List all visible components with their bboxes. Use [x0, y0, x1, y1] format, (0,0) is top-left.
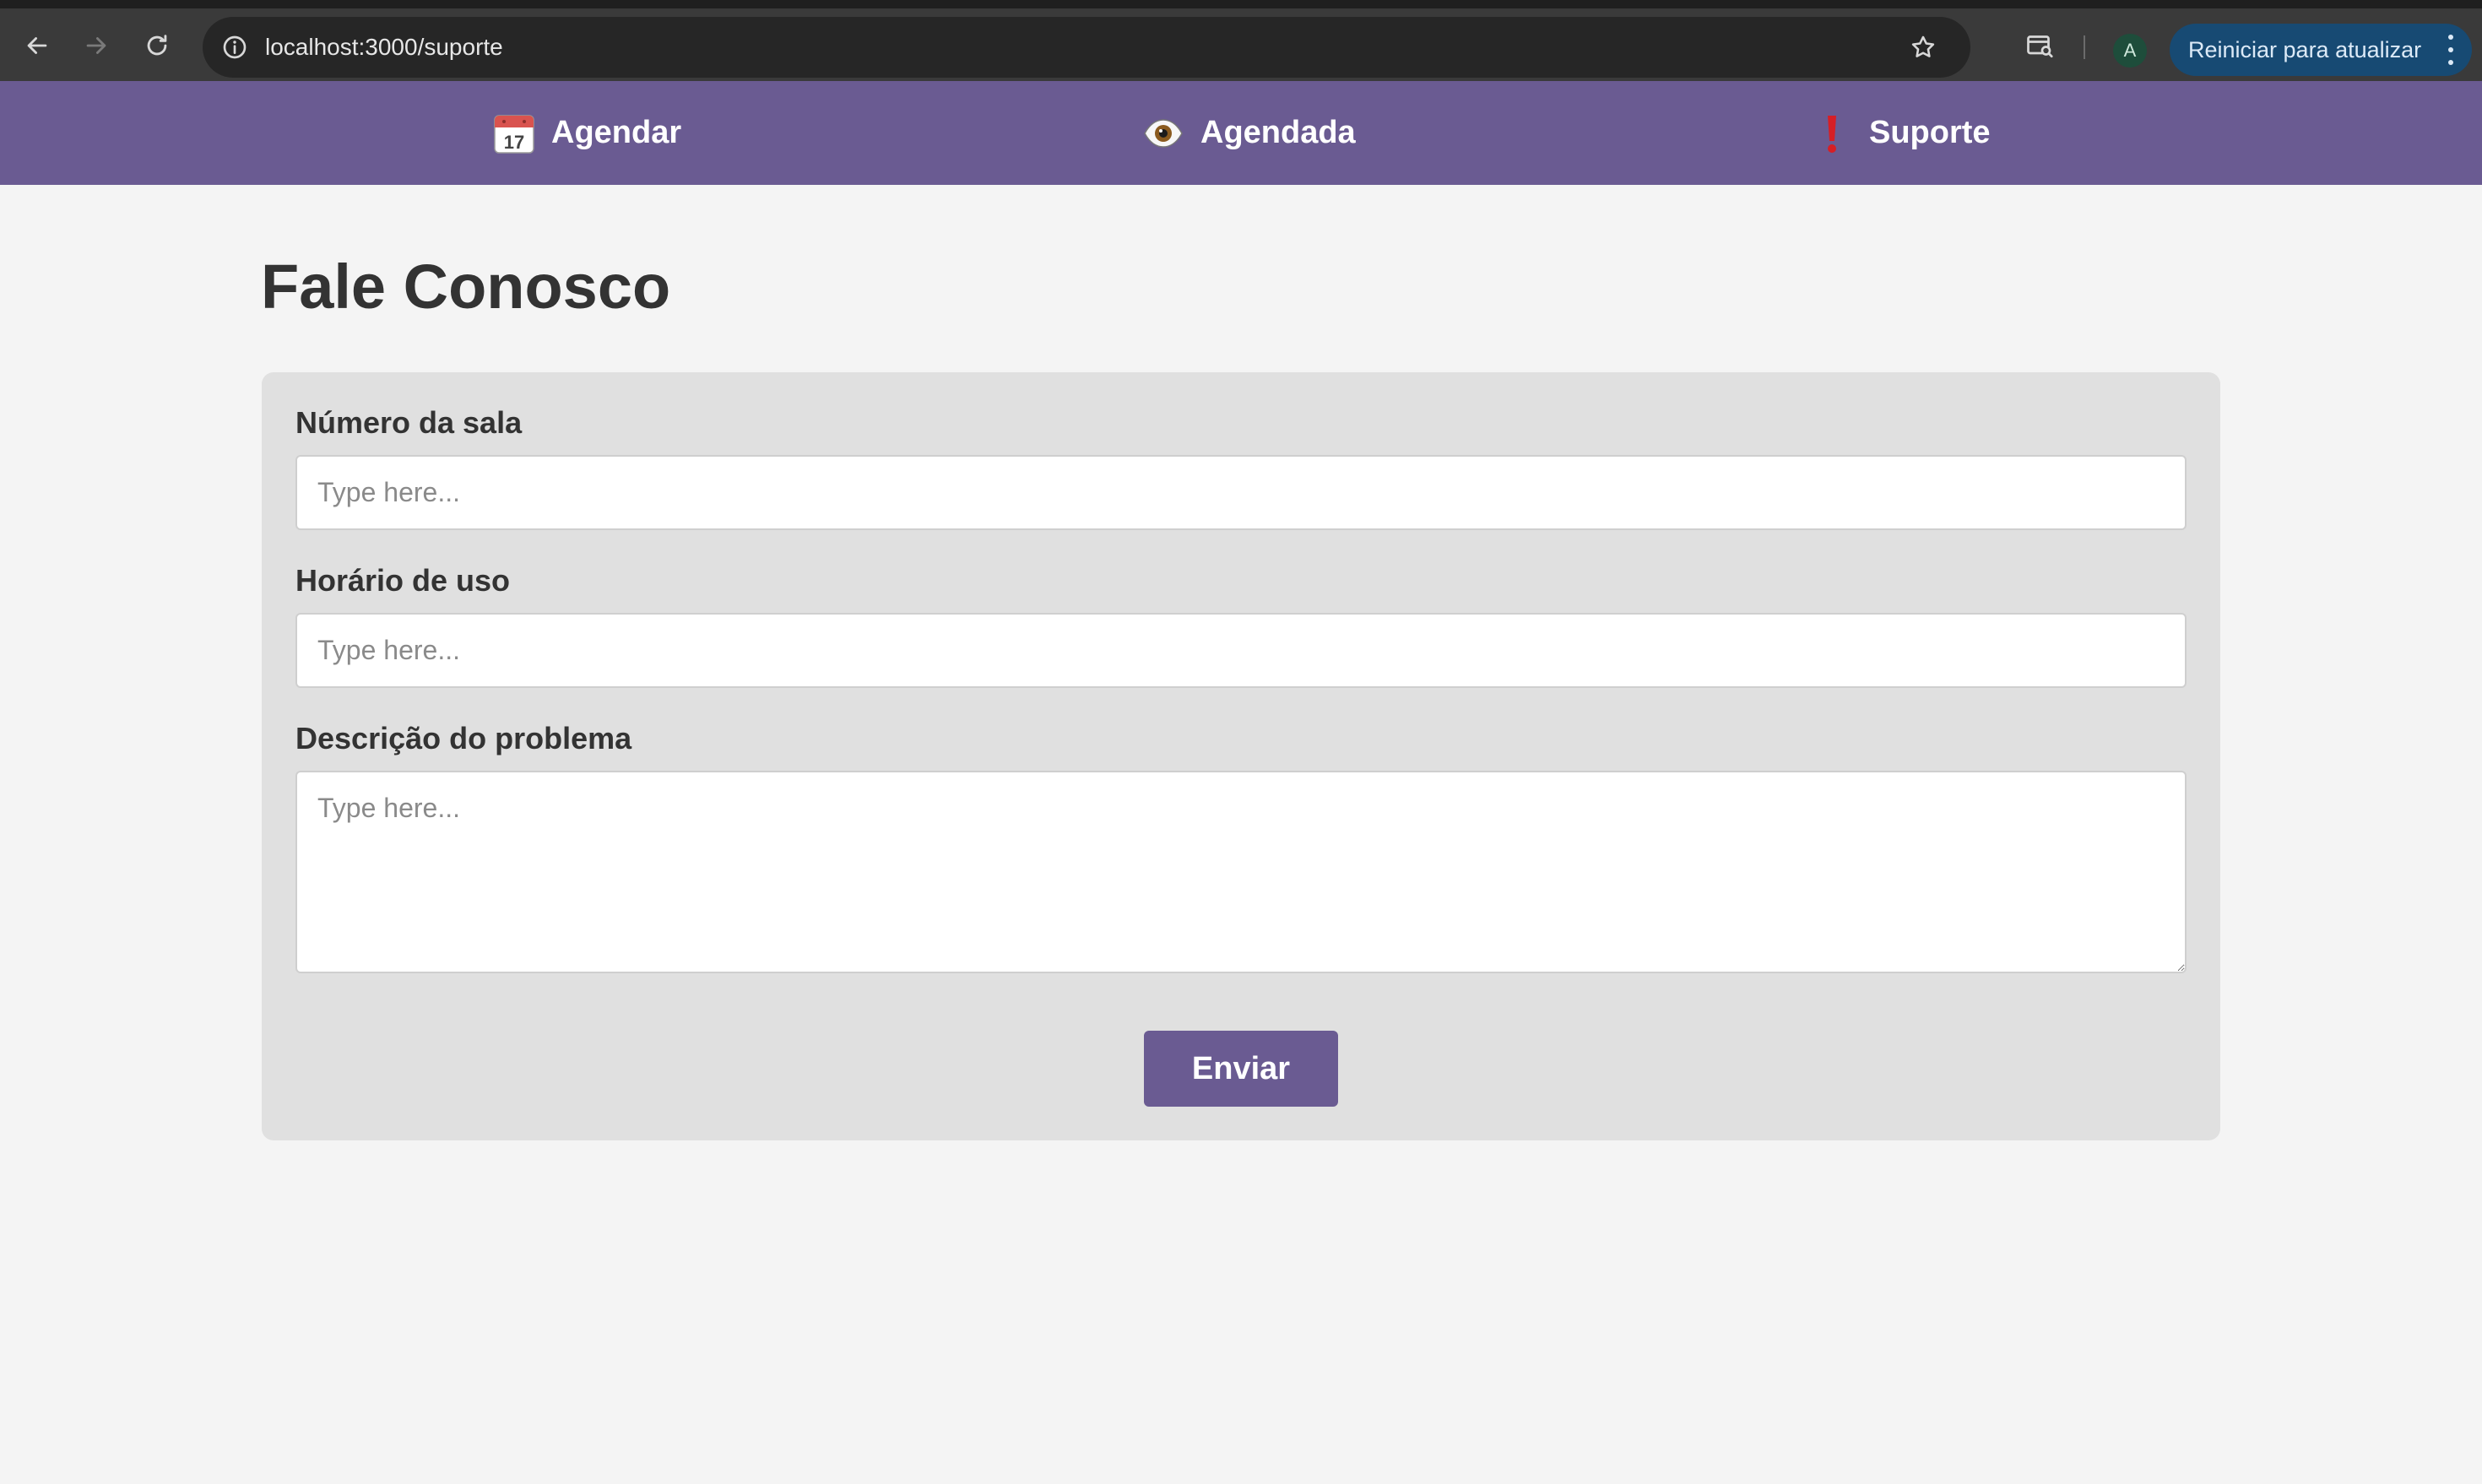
- eye-icon: [1141, 111, 1185, 155]
- reload-icon: [147, 35, 167, 56]
- site-info-icon[interactable]: [216, 29, 253, 66]
- nav-item-label: Agendada: [1200, 115, 1356, 150]
- profile-avatar[interactable]: A: [2113, 34, 2147, 68]
- restart-to-update-label: Reiniciar para atualizar: [2188, 37, 2422, 62]
- nav-item-label: Suporte: [1869, 115, 1991, 150]
- main-navbar: 17 Agendar Agendada Suporte: [0, 81, 2482, 185]
- more-menu-icon[interactable]: [2447, 35, 2455, 65]
- bookmark-star-icon[interactable]: [1905, 29, 1942, 66]
- restart-to-update-button[interactable]: Reiniciar para atualizar: [2170, 24, 2472, 76]
- tab-search-icon[interactable]: [2016, 22, 2063, 69]
- problem-description-textarea[interactable]: [295, 771, 2187, 973]
- room-number-label: Número da sala: [295, 405, 523, 440]
- arrow-left-icon: [27, 37, 47, 54]
- forward-button[interactable]: [73, 22, 120, 69]
- usage-time-label: Horário de uso: [295, 563, 511, 598]
- reload-button[interactable]: [133, 22, 181, 69]
- url-text[interactable]: localhost:3000/suporte: [265, 17, 503, 78]
- page-title: Fale Conosco: [261, 252, 671, 322]
- calendar-icon: 17: [492, 111, 536, 155]
- room-number-input[interactable]: [295, 455, 2187, 530]
- usage-time-input[interactable]: [295, 613, 2187, 688]
- nav-item-suporte[interactable]: Suporte: [1810, 81, 1991, 185]
- toolbar-divider: [2084, 35, 2085, 59]
- address-bar[interactable]: localhost:3000/suporte: [203, 17, 1970, 78]
- submit-button[interactable]: Enviar: [1144, 1031, 1338, 1107]
- arrow-right-icon: [86, 37, 106, 54]
- problem-description-label: Descrição do problema: [295, 721, 632, 756]
- nav-item-agendada[interactable]: Agendada: [1141, 81, 1356, 185]
- svg-text:17: 17: [504, 132, 524, 153]
- browser-toolbar: localhost:3000/suporte A Reiniciar para …: [0, 0, 2482, 81]
- support-form: Número da sala Horário de uso Descrição …: [262, 372, 2220, 1140]
- back-button[interactable]: [14, 22, 61, 69]
- nav-item-label: Agendar: [551, 115, 682, 150]
- nav-item-agendar[interactable]: 17 Agendar: [492, 81, 681, 185]
- exclamation-icon: [1810, 111, 1854, 155]
